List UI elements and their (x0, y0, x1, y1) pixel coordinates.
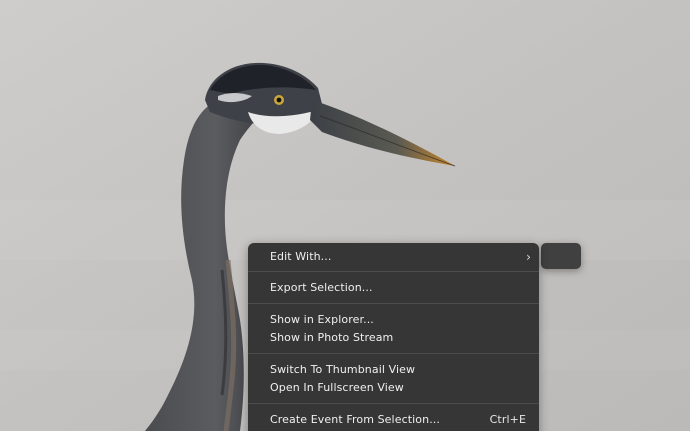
menu-item-label: Open In Fullscreen View (270, 381, 404, 394)
menu-item-label: Edit With... (270, 250, 332, 263)
menu-item-label: Show in Explorer... (270, 313, 374, 326)
menu-item-label: Export Selection... (270, 281, 373, 294)
menu-item-label: Create Event From Selection... (270, 413, 440, 426)
menu-item-show-in-photo-stream[interactable]: Show in Photo Stream (248, 329, 539, 347)
menu-item-shortcut: Ctrl+E (489, 413, 526, 426)
menu-separator (248, 303, 539, 304)
chevron-right-icon: › (526, 250, 531, 264)
menu-separator (248, 403, 539, 404)
menu-item-show-in-explorer[interactable]: Show in Explorer... (248, 311, 539, 329)
menu-item-label: Show in Photo Stream (270, 331, 394, 344)
context-menu: Edit With... › Export Selection... Show … (248, 243, 539, 431)
menu-item-create-event[interactable]: Create Event From Selection... Ctrl+E (248, 411, 539, 429)
menu-separator (248, 353, 539, 354)
menu-item-switch-thumbnail-view[interactable]: Switch To Thumbnail View (248, 361, 539, 379)
menu-item-open-fullscreen-view[interactable]: Open In Fullscreen View (248, 379, 539, 397)
menu-separator (248, 271, 539, 272)
menu-item-export-selection[interactable]: Export Selection... (248, 279, 539, 297)
menu-item-edit-with[interactable]: Edit With... › (248, 248, 539, 266)
submenu-flyout (541, 243, 581, 269)
menu-item-label: Switch To Thumbnail View (270, 363, 416, 376)
